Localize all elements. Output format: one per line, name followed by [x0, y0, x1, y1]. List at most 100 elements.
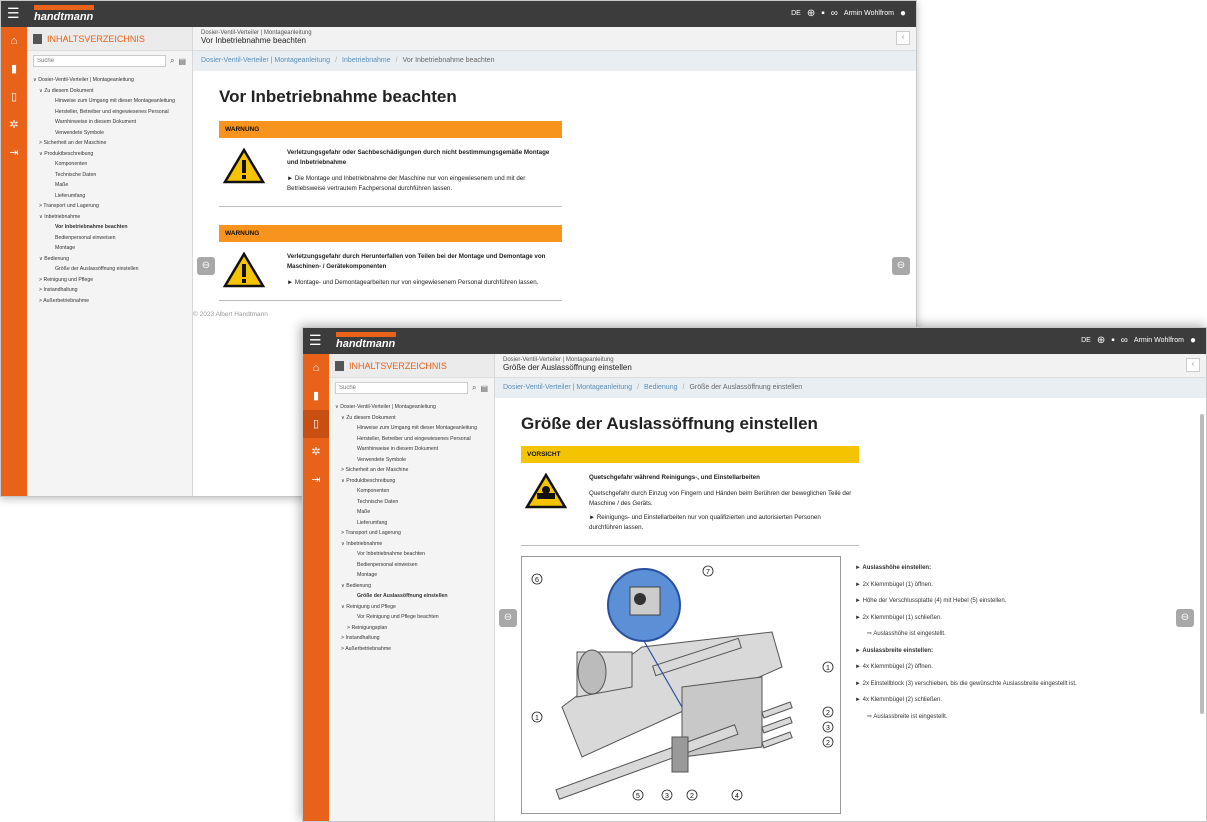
crumb-section[interactable]: Inbetriebnahme — [342, 57, 391, 64]
dosing-valve-drawing: 6 7 1 1 2 3 2 5 3 2 4 — [531, 565, 834, 801]
toc-item[interactable]: ∨ Reinigung und Pflege — [331, 602, 492, 613]
toc-item[interactable]: Verwendete Symbole — [29, 128, 190, 139]
toc-item[interactable]: Größe der Auslassöffnung einstellen — [29, 264, 190, 275]
crumb-doc[interactable]: Dosier-Ventil-Verteiler | Montageanleitu… — [503, 384, 632, 391]
settings-icon[interactable]: ✲ — [303, 438, 329, 466]
search-icon[interactable]: ⌕ — [472, 383, 476, 393]
link-icon[interactable]: ∞ — [1121, 335, 1128, 346]
toc-item-current[interactable]: Größe der Auslassöffnung einstellen — [331, 591, 492, 602]
handtmann-logo: handtmann — [333, 330, 401, 352]
exit-icon[interactable]: ⇥ — [303, 466, 329, 494]
handtmann-logo: handtmann — [31, 3, 99, 25]
toc-item[interactable]: ∨ Inbetriebnahme — [29, 212, 190, 223]
previous-page-button[interactable]: ⊖ — [499, 609, 517, 627]
window-auslassoeffnung: ☰ handtmann DE ⊕ ▪ ∞ Armin Wohlfrom ● ⌂ … — [302, 327, 1207, 822]
toc-item[interactable]: Montage — [331, 570, 492, 581]
user-name[interactable]: Armin Wohlfrom — [1134, 337, 1184, 344]
toc-item[interactable]: Technische Daten — [29, 170, 190, 181]
toc-item[interactable]: Hersteller, Betreiber und eingewiesenes … — [331, 434, 492, 445]
crumb-current: Größe der Auslassöffnung einstellen — [689, 384, 803, 391]
hamburger-menu-icon[interactable]: ☰ — [309, 333, 322, 347]
book-icon[interactable]: ▯ — [1, 83, 27, 111]
toc-item[interactable]: ∨ Bedienung — [331, 581, 492, 592]
user-icon[interactable]: ● — [1190, 335, 1196, 346]
collapse-button[interactable]: ‹ — [1186, 358, 1200, 372]
toc-item[interactable]: Hinweise zum Umgang mit dieser Montagean… — [29, 96, 190, 107]
toc-item[interactable]: Vor Inbetriebnahme beachten — [331, 549, 492, 560]
step-heading: ► Auslasshöhe einstellen: — [855, 565, 932, 571]
language-label[interactable]: DE — [1081, 337, 1091, 344]
toc-item[interactable]: ∨ Zu diesem Dokument — [29, 86, 190, 97]
toc-item[interactable]: Bedienpersonal einweisen — [29, 233, 190, 244]
toc-item[interactable]: Hinweise zum Umgang mit dieser Montagean… — [331, 423, 492, 434]
toc-item[interactable]: Bedienpersonal einweisen — [331, 560, 492, 571]
vertical-scrollbar[interactable] — [1200, 414, 1204, 714]
toc-item[interactable]: > Sicherheit an der Maschine — [331, 465, 492, 476]
globe-icon[interactable]: ⊕ — [807, 8, 815, 19]
toc-sidebar: INHALTSVERZEICHNIS ⌕ ▤ ∨ Dosier-Ventil-Ve… — [27, 27, 193, 496]
exit-icon[interactable]: ⇥ — [1, 139, 27, 167]
toc-item[interactable]: Technische Daten — [331, 497, 492, 508]
search-icon[interactable]: ⌕ — [170, 56, 174, 66]
toc-item[interactable]: Maße — [331, 507, 492, 518]
toc-item[interactable]: Vor Reinigung und Pflege beachten — [331, 612, 492, 623]
document-settings-icon[interactable]: ▤ — [480, 384, 488, 393]
toc-item[interactable]: Warnhinweise in diesem Dokument — [331, 444, 492, 455]
book-icon — [33, 33, 42, 44]
machine-diagram: 6 7 1 1 2 3 2 5 3 2 4 — [521, 556, 841, 814]
next-page-button[interactable]: ⊖ — [892, 257, 910, 275]
hamburger-menu-icon[interactable]: ☰ — [7, 6, 20, 20]
toc-item[interactable]: > Transport und Lagerung — [331, 528, 492, 539]
next-page-button[interactable]: ⊖ — [1176, 609, 1194, 627]
warning-box: WARNUNG Verletzungsgefahr durch Herunter… — [219, 225, 562, 301]
toc-item[interactable]: > Außerbetriebnahme — [29, 296, 190, 307]
home-icon[interactable]: ⌂ — [303, 354, 329, 382]
warning-label: WARNUNG — [219, 121, 562, 138]
toc-item[interactable]: Hersteller, Betreiber und eingewiesenes … — [29, 107, 190, 118]
toc-item[interactable]: Maße — [29, 180, 190, 191]
globe-icon[interactable]: ⊕ — [1097, 335, 1105, 346]
search-input[interactable] — [335, 382, 468, 394]
settings-icon[interactable]: ✲ — [1, 111, 27, 139]
search-input[interactable] — [33, 55, 166, 67]
toc-item[interactable]: Lieferumfang — [331, 518, 492, 529]
toc-item[interactable]: > Reinigungsplan — [331, 623, 492, 634]
toc-item[interactable]: ∨ Produktbeschreibung — [29, 149, 190, 160]
toc-item[interactable]: > Reinigung und Pflege — [29, 275, 190, 286]
toc-item[interactable]: ∨ Zu diesem Dokument — [331, 413, 492, 424]
collapse-button[interactable]: ‹ — [896, 31, 910, 45]
step-result: ⇨ Auslassbreite ist eingestellt. — [867, 713, 948, 720]
crumb-doc[interactable]: Dosier-Ventil-Verteiler | Montageanleitu… — [201, 57, 330, 64]
toc-item[interactable]: > Instandhaltung — [331, 633, 492, 644]
crumb-section[interactable]: Bedienung — [644, 384, 677, 391]
toc-item[interactable]: > Transport und Lagerung — [29, 201, 190, 212]
toc-item[interactable]: Lieferumfang — [29, 191, 190, 202]
warning-step: Montage- und Demontagearbeiten nur von e… — [294, 279, 539, 286]
toc-item[interactable]: > Außerbetriebnahme — [331, 644, 492, 655]
user-name[interactable]: Armin Wohlfrom — [844, 10, 894, 17]
toc-item[interactable]: ∨ Dosier-Ventil-Verteiler | Montageanlei… — [331, 402, 492, 413]
chat-icon[interactable]: ▪ — [821, 8, 825, 19]
home-icon[interactable]: ⌂ — [1, 27, 27, 55]
chat-icon[interactable]: ▪ — [1111, 335, 1115, 346]
toc-item[interactable]: Montage — [29, 243, 190, 254]
toc-item[interactable]: Verwendete Symbole — [331, 455, 492, 466]
toc-item[interactable]: ∨ Dosier-Ventil-Verteiler | Montageanlei… — [29, 75, 190, 86]
previous-page-button[interactable]: ⊖ — [197, 257, 215, 275]
link-icon[interactable]: ∞ — [831, 8, 838, 19]
toc-item-current[interactable]: Vor Inbetriebnahme beachten — [29, 222, 190, 233]
library-icon[interactable]: ▮ — [1, 55, 27, 83]
toc-item[interactable]: Warnhinweise in diesem Dokument — [29, 117, 190, 128]
user-icon[interactable]: ● — [900, 8, 906, 19]
toc-item[interactable]: > Instandhaltung — [29, 285, 190, 296]
toc-item[interactable]: ∨ Bedienung — [29, 254, 190, 265]
toc-item[interactable]: ∨ Produktbeschreibung — [331, 476, 492, 487]
toc-item[interactable]: Komponenten — [331, 486, 492, 497]
library-icon[interactable]: ▮ — [303, 382, 329, 410]
book-icon[interactable]: ▯ — [303, 410, 329, 438]
toc-item[interactable]: > Sicherheit an der Maschine — [29, 138, 190, 149]
language-label[interactable]: DE — [791, 10, 801, 17]
toc-item[interactable]: Komponenten — [29, 159, 190, 170]
toc-item[interactable]: ∨ Inbetriebnahme — [331, 539, 492, 550]
document-settings-icon[interactable]: ▤ — [178, 57, 186, 66]
